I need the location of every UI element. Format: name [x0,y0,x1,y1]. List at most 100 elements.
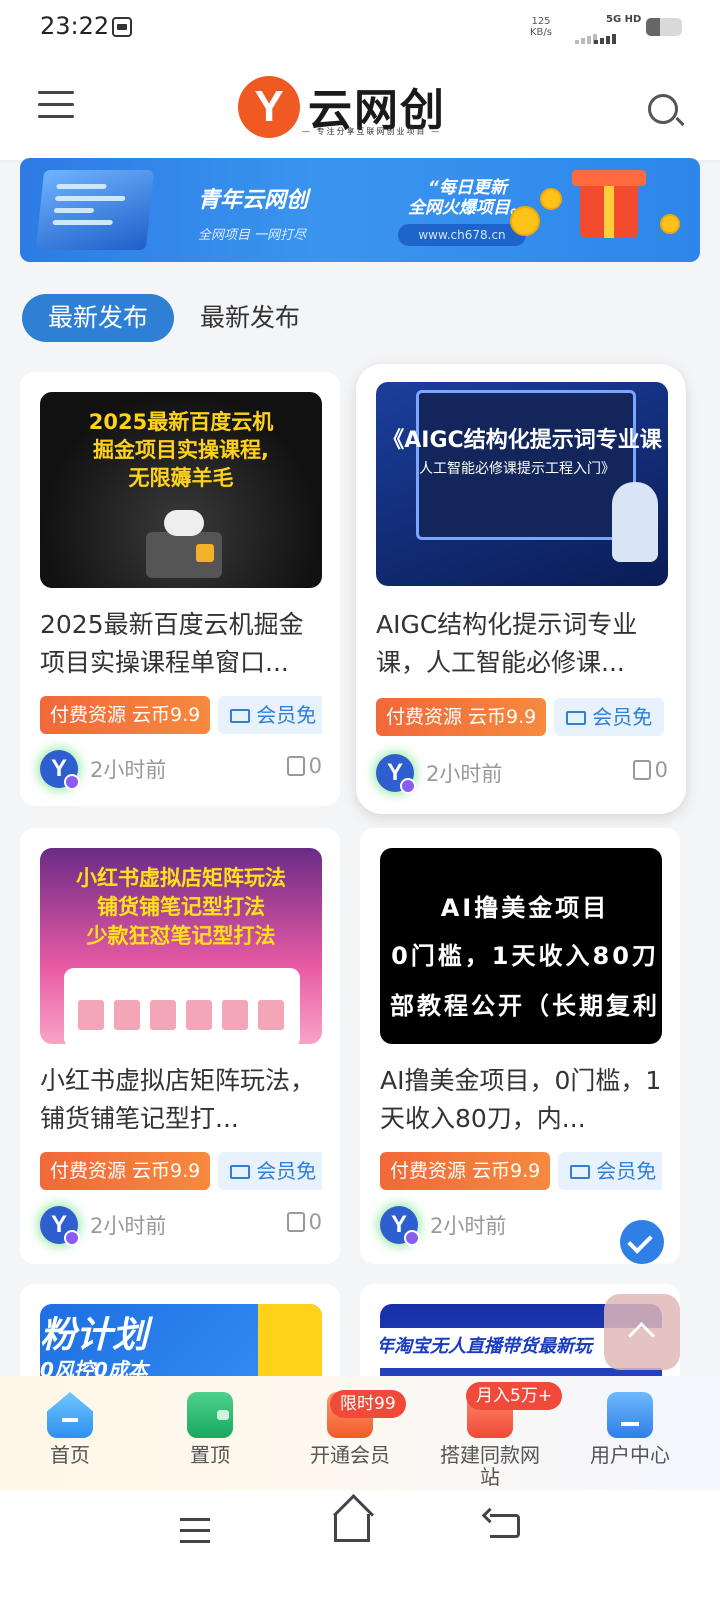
thumbnail-decoration [258,1304,322,1380]
post-tags: 付费资源 云币9.9 会员免 [40,1152,322,1192]
banner-slogan-line1: “每日更新 [428,178,507,198]
paid-resource-tag: 付费资源 云币9.9 [40,696,211,734]
post-meta: Y 2小时前 0 [40,750,322,790]
battery-level-fill [646,18,661,36]
nav-label: 首页 [50,1443,90,1467]
network-speed-unit: KB/s [530,27,552,38]
post-title[interactable]: 2025最新百度云机掘金项目实操课程单窗口... [40,606,322,682]
thumbnail-caption-line: AI撸美金项目 [440,894,610,922]
thumbnail-caption-line: 部教程公开（长期复利 [390,992,660,1020]
vip-free-label: 会员免 [256,1159,317,1183]
post-card[interactable]: AI撸美金项目 0门槛，1天收入80刀 部教程公开（长期复利 AI撸美金项目，0… [360,828,680,1264]
verified-badge-icon [64,1230,80,1246]
thumbnail-caption-line: 少款狂怼笔记型打法 [86,924,276,948]
like-count: 0 [654,758,668,782]
post-card[interactable]: 《AIGC结构化提示词专业课 人工智能必修课提示工程入门》 AIGC结构化提示词… [356,364,686,814]
nav-item-pinned[interactable]: 置顶 [140,1392,280,1466]
post-thumbnail[interactable]: 2025最新百度云机 掘金项目实操课程, 无限薅羊毛 [40,392,322,588]
like-button[interactable]: 0 [632,758,668,782]
recent-apps-icon[interactable] [180,1518,210,1551]
logo-tagline: — 专注分享互联网创业项目 — [302,127,442,136]
post-time: 2小时前 [90,758,167,782]
coin-illustration [540,188,562,210]
status-bar: 23:22 125 KB/s 5G HD [0,0,720,56]
folder-icon [570,1165,591,1179]
network-type: 5G HD [606,14,642,25]
banner-slogan: “每日更新 全网火爆项目。 [408,178,527,218]
tab-latest-active[interactable]: 最新发布 [22,294,174,342]
home-button-icon[interactable] [334,1514,370,1542]
post-card[interactable]: 小红书虚拟店矩阵玩法 铺货铺笔记型打法 少款狂怼笔记型打法 小红书虚拟店矩阵玩法… [20,828,340,1264]
tab-latest[interactable]: 最新发布 [200,294,300,342]
nav-label: 开通会员 [310,1443,390,1467]
wallet-icon [187,1392,233,1438]
vip-free-label: 会员免 [256,703,317,727]
folder-icon [566,711,587,725]
paid-resource-tag: 付费资源 云币9.9 [40,1152,211,1190]
verified-check-icon[interactable] [620,1220,664,1264]
signal-5g-icon [594,25,618,44]
post-title[interactable]: AIGC结构化提示词专业课，人工智能必修课... [376,606,668,682]
network-speed: 125 KB/s [530,16,552,38]
nav-promo-badge: 月入5万+ [466,1382,563,1410]
paid-resource-tag: 付费资源 云币9.9 [376,698,547,736]
thumbnail-caption-line: 小红书虚拟店矩阵玩法 [76,866,286,890]
coin-illustration [510,206,540,236]
like-count: 0 [308,754,322,778]
post-title[interactable]: AI撸美金项目，0门槛，1天收入80刀，内... [380,1062,662,1138]
bottom-nav: 首页 置顶 开通会员 限时99 搭建同款网站 月入5万+ 用户中心 [0,1376,720,1490]
logo-badge: Y [238,76,300,138]
post-tags: 付费资源 云币9.9 会员免 [40,696,322,736]
post-title[interactable]: 小红书虚拟店矩阵玩法，铺货铺笔记型打... [40,1062,322,1138]
post-time: 2小时前 [90,1214,167,1238]
thumbs-up-icon [632,760,651,780]
post-time: 2小时前 [430,1214,507,1238]
nav-promo-badge: 限时99 [330,1390,406,1418]
user-icon [607,1392,653,1438]
vip-free-tag: 会员免 [218,696,322,734]
folder-icon [230,1165,251,1179]
system-nav-bar [0,1490,720,1612]
coin-illustration [660,214,680,234]
nav-label: 置顶 [190,1443,230,1467]
like-count: 0 [308,1210,322,1234]
thumbnail-caption-line: 年淘宝无人直播带货最新玩 [380,1336,592,1357]
sim-icon [112,17,132,37]
vip-free-label: 会员免 [592,705,653,729]
search-icon[interactable] [648,94,678,124]
battery-icon [646,18,682,36]
promo-banner[interactable]: 青年云网创 全网项目 一网打尽 “每日更新 全网火爆项目。 www.ch678.… [20,158,700,262]
network-speed-value: 125 [531,16,551,27]
nav-label: 用户中心 [590,1443,670,1467]
post-thumbnail[interactable]: 小红书虚拟店矩阵玩法 铺货铺笔记型打法 少款狂怼笔记型打法 [40,848,322,1044]
thumbs-up-icon [286,1212,305,1232]
post-card[interactable]: 2025最新百度云机 掘金项目实操课程, 无限薅羊毛 2025最新百度云机掘金项… [20,372,340,806]
banner-title: 青年云网创 [198,188,309,213]
back-icon[interactable] [490,1514,520,1538]
thumbs-up-icon [286,756,305,776]
vip-free-tag: 会员免 [218,1152,322,1190]
nav-item-user-center[interactable]: 用户中心 [560,1392,700,1466]
vip-free-tag: 会员免 [558,1152,662,1190]
like-button[interactable]: 0 [286,754,322,778]
nav-item-home[interactable]: 首页 [0,1392,140,1466]
vip-free-label: 会员免 [596,1159,657,1183]
device-illustration [146,510,222,578]
gift-box-illustration [572,170,646,238]
site-logo[interactable]: Y 云网创 — 专注分享互联网创业项目 — [238,74,478,138]
post-thumbnail[interactable]: 《AIGC结构化提示词专业课 人工智能必修课提示工程入门》 [376,382,668,586]
vip-free-tag: 会员免 [554,698,665,736]
verified-badge-icon [404,1230,420,1246]
back-to-top-button[interactable] [604,1294,680,1370]
like-button[interactable]: 0 [286,1210,322,1234]
menu-icon[interactable] [38,91,74,121]
app-screenshot-illustration [64,968,300,1044]
thumbnail-caption-line: 《AIGC结构化提示词专业课 [382,428,662,453]
app-header: Y 云网创 — 专注分享互联网创业项目 — [0,56,720,160]
post-tags: 付费资源 云币9.9 会员免 [376,698,668,738]
post-thumbnail[interactable]: AI撸美金项目 0门槛，1天收入80刀 部教程公开（长期复利 [380,848,662,1044]
nav-label: 搭建同款网站 [440,1443,540,1489]
home-icon [47,1392,93,1438]
thumbnail-caption: 2025最新百度云机 掘金项目实操课程, 无限薅羊毛 [40,408,322,492]
robot-illustration [612,482,658,562]
